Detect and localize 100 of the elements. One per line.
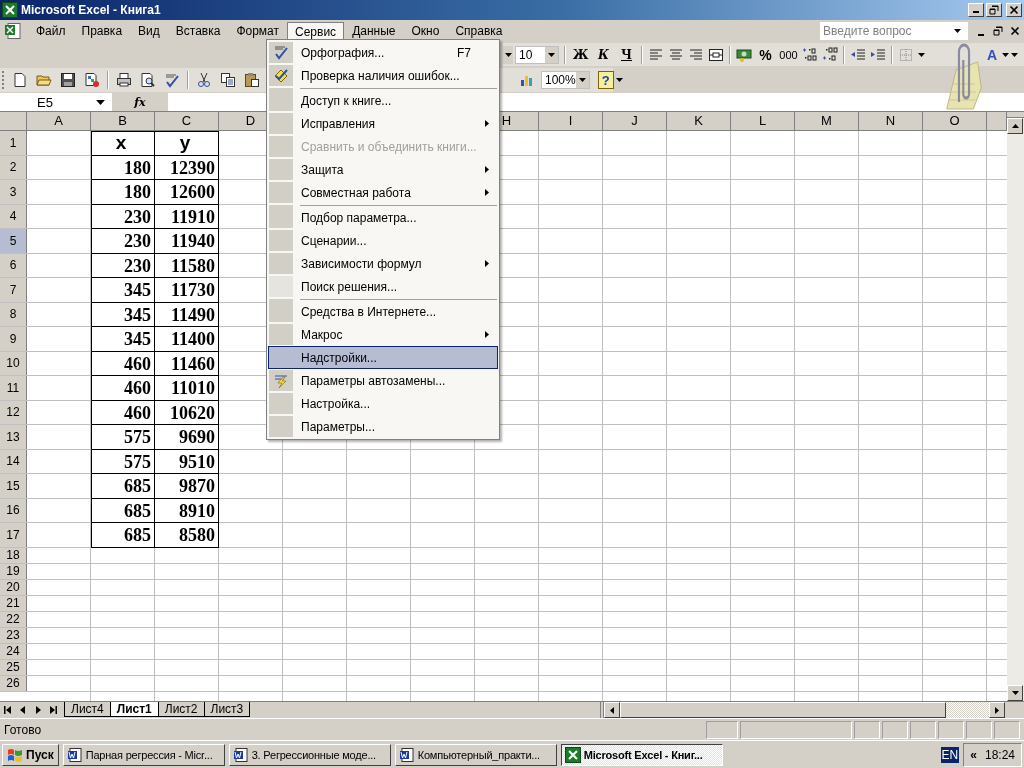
row-header[interactable]: 5: [0, 229, 27, 253]
scroll-up-button[interactable]: [1007, 118, 1023, 134]
column-header[interactable]: L: [731, 112, 795, 131]
row-header[interactable]: 8: [0, 302, 27, 326]
menu-item[interactable]: Сценарии...: [268, 229, 498, 252]
caret-icon[interactable]: [96, 99, 105, 105]
menu-item[interactable]: Параметры...: [268, 415, 498, 438]
italic-button[interactable]: К: [592, 43, 615, 66]
menu-item[interactable]: Поиск решения...: [268, 275, 498, 298]
column-header[interactable]: M: [795, 112, 859, 131]
row-header[interactable]: 9: [0, 327, 27, 351]
font-dropdown-button[interactable]: [503, 45, 513, 64]
grip-handle[interactable]: [2, 71, 4, 89]
menu-item[interactable]: Совместная работа: [268, 181, 498, 204]
row-header[interactable]: 10: [0, 351, 27, 375]
menu-item[interactable]: Параметры автозамены...: [268, 369, 498, 392]
restore-button[interactable]: [990, 23, 1006, 39]
caret-icon[interactable]: [1002, 52, 1009, 57]
taskbar-button[interactable]: Microsoft Excel - Книг...: [560, 743, 723, 766]
spreadsheet-icon[interactable]: [4, 22, 22, 40]
sheet-tab[interactable]: Лист2: [157, 702, 205, 717]
caret-icon[interactable]: [615, 78, 623, 82]
menu-item[interactable]: Подбор параметра...: [268, 204, 498, 229]
scrollbar-thumb[interactable]: [620, 702, 946, 718]
sheet-tab[interactable]: Лист1: [109, 702, 159, 717]
menu-item[interactable]: Настройка...: [268, 392, 498, 415]
menu-bar-item[interactable]: Формат: [228, 21, 288, 41]
row-header[interactable]: 12: [0, 400, 27, 424]
caret-icon[interactable]: [918, 52, 925, 57]
menu-bar-item[interactable]: Правка: [73, 21, 131, 41]
help-search-field[interactable]: Введите вопрос: [820, 22, 968, 40]
column-header[interactable]: K: [667, 112, 731, 131]
scroll-left-button[interactable]: [604, 702, 620, 718]
sheet-tab[interactable]: Лист3: [203, 702, 251, 717]
taskbar-button[interactable]: 3. Регрессионные моде...: [228, 743, 391, 766]
menu-item[interactable]: Проверка наличия ошибок...: [268, 64, 498, 87]
taskbar-button[interactable]: Парная регрессия - Micr...: [62, 743, 225, 766]
row-header[interactable]: 4: [0, 204, 27, 228]
menu-bar-item[interactable]: Данные: [344, 21, 404, 41]
column-header[interactable]: I: [539, 112, 603, 131]
table-cell: 460: [91, 351, 155, 376]
menu-item[interactable]: Доступ к книге...: [268, 87, 498, 112]
row-header[interactable]: 11: [0, 376, 27, 400]
menu-bar-item[interactable]: Справка: [447, 21, 511, 41]
font-color-button[interactable]: A: [984, 43, 1000, 66]
menu-bar-item[interactable]: Вид: [130, 21, 168, 41]
row-header[interactable]: 15: [0, 474, 27, 498]
menu-item[interactable]: Средства в Интернете...: [268, 298, 498, 323]
menu-item[interactable]: Зависимости формул: [268, 252, 498, 275]
font-size-field[interactable]: 10: [515, 45, 559, 64]
caret-icon[interactable]: [954, 29, 961, 33]
menu-bar-item[interactable]: Вставка: [167, 21, 229, 41]
table-cell: 8910: [155, 498, 219, 523]
row-header[interactable]: 13: [0, 425, 27, 449]
menu-item[interactable]: Защита: [268, 158, 498, 181]
percent-button[interactable]: %: [754, 43, 777, 66]
horizontal-scrollbar[interactable]: [600, 702, 1005, 718]
flag-icon: [7, 746, 23, 763]
name-box[interactable]: E5: [0, 93, 112, 111]
row-header[interactable]: 7: [0, 278, 27, 302]
language-indicator[interactable]: EN: [940, 746, 960, 763]
minimize-button[interactable]: [968, 3, 984, 17]
menu-bar-item[interactable]: Окно: [403, 21, 448, 41]
toolbar-options-icon[interactable]: [1011, 52, 1018, 57]
column-header[interactable]: N: [859, 112, 923, 131]
column-header[interactable]: A: [27, 112, 91, 131]
row-header[interactable]: 1: [0, 131, 27, 155]
restore-button[interactable]: [986, 3, 1002, 17]
help-button[interactable]: ?: [597, 71, 614, 89]
taskbar-button[interactable]: Компьютерный_практи...: [394, 743, 557, 766]
scroll-right-button[interactable]: [989, 702, 1005, 718]
sheet-tab[interactable]: Лист4: [64, 702, 111, 717]
vertical-scrollbar[interactable]: [1007, 112, 1024, 701]
show-hidden-icons-button[interactable]: «: [970, 747, 977, 762]
menu-bar-item[interactable]: Файл: [28, 21, 74, 41]
column-header[interactable]: C: [155, 112, 219, 131]
row-header[interactable]: 16: [0, 498, 27, 522]
underline-button[interactable]: Ч: [615, 43, 638, 66]
table-cell: 460: [91, 400, 155, 425]
column-header[interactable]: J: [603, 112, 667, 131]
arrow-up-icon: [1011, 124, 1019, 128]
thousands-button[interactable]: 000: [777, 43, 800, 66]
row-header[interactable]: 17: [0, 523, 27, 547]
menu-item[interactable]: Макрос: [268, 323, 498, 346]
row-header[interactable]: 2: [0, 155, 27, 179]
select-all-button[interactable]: [0, 112, 27, 131]
function-button[interactable]: fx: [112, 95, 168, 109]
bold-button[interactable]: Ж: [569, 43, 592, 66]
scroll-down-button[interactable]: [1007, 685, 1023, 701]
zoom-field[interactable]: 100%: [541, 71, 590, 89]
column-header[interactable]: B: [91, 112, 155, 131]
row-header[interactable]: 6: [0, 253, 27, 277]
status-panel: [854, 720, 880, 739]
row-header[interactable]: 14: [0, 449, 27, 473]
row-header[interactable]: 3: [0, 180, 27, 204]
menu-item[interactable]: Надстройки...: [268, 346, 498, 369]
menu-item[interactable]: Орфография... F7: [268, 41, 498, 64]
close-button[interactable]: [1006, 3, 1022, 17]
start-button[interactable]: Пуск: [2, 743, 59, 766]
column-header[interactable]: O: [923, 112, 987, 131]
